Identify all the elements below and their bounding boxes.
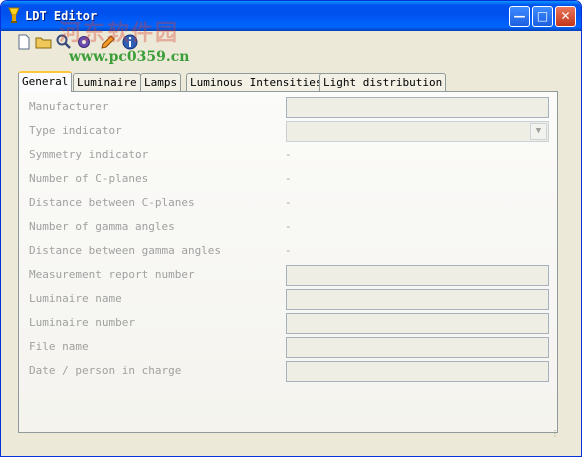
manufacturer-field[interactable] (286, 97, 549, 118)
type-indicator-select[interactable]: ▼ (286, 121, 549, 142)
distance-gamma-value: - (285, 244, 292, 257)
file-name-label: File name (29, 340, 89, 353)
tab-luminaire[interactable]: Luminaire (73, 73, 141, 91)
new-file-icon[interactable] (15, 33, 33, 51)
file-name-field[interactable] (286, 337, 549, 358)
symmetry-indicator-value: - (285, 148, 292, 161)
tab-strip: General Luminaire Lamps Luminous Intensi… (18, 71, 578, 92)
tab-luminous-intensities[interactable]: Luminous Intensities (186, 73, 327, 91)
manufacturer-label: Manufacturer (29, 100, 109, 113)
maximize-button[interactable]: □ (532, 6, 553, 27)
date-person-label: Date / person in charge (29, 364, 182, 377)
luminaire-number-field[interactable] (286, 313, 549, 334)
tab-general[interactable]: General (18, 71, 73, 92)
luminaire-number-label: Luminaire number (29, 316, 135, 329)
open-folder-icon[interactable] (35, 33, 53, 51)
general-tab-panel: Manufacturer Type indicator ▼ Symmetry i… (18, 91, 558, 433)
close-button[interactable]: ✕ (555, 6, 576, 27)
distance-c-planes-label: Distance between C-planes (29, 196, 195, 209)
watermark-logo: 河东软件园 (59, 21, 180, 46)
number-c-planes-label: Number of C-planes (29, 172, 149, 185)
resize-grip-icon[interactable]: ⋮ (551, 429, 559, 438)
watermark-url: www.pc0359.cn (69, 49, 190, 65)
distance-c-planes-value: - (285, 196, 292, 209)
luminaire-name-field[interactable] (286, 289, 549, 310)
tab-light-distribution[interactable]: Light distribution (319, 73, 447, 91)
chevron-down-icon[interactable]: ▼ (530, 123, 547, 140)
measurement-report-field[interactable] (286, 265, 549, 286)
status-bar (1, 435, 581, 456)
number-gamma-label: Number of gamma angles (29, 220, 175, 233)
tab-lamps[interactable]: Lamps (140, 73, 182, 91)
number-c-planes-value: - (285, 172, 292, 185)
number-gamma-value: - (285, 220, 292, 233)
distance-gamma-label: Distance between gamma angles (29, 244, 222, 257)
lamp-app-icon (8, 7, 20, 23)
date-person-field[interactable] (286, 361, 549, 382)
type-indicator-label: Type indicator (29, 124, 122, 137)
symmetry-indicator-label: Symmetry indicator (29, 148, 149, 161)
measurement-report-label: Measurement report number (29, 268, 195, 281)
luminaire-name-label: Luminaire name (29, 292, 122, 305)
minimize-button[interactable]: — (509, 6, 530, 27)
ldt-editor-window: LDT Editor — □ ✕ 河东软件园 www.pc0359.cn Gen… (0, 0, 582, 457)
